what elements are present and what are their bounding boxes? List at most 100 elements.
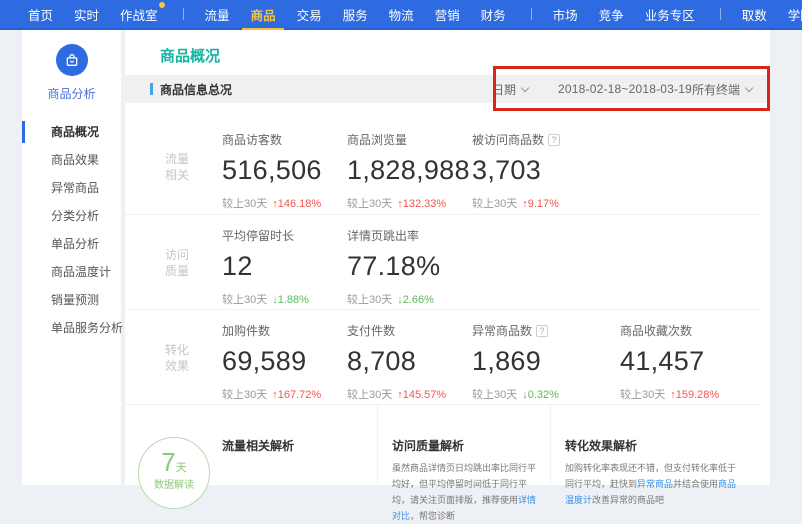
metric-group-label: 访问质量: [125, 227, 222, 309]
badge-days: 7天: [139, 447, 209, 478]
sidebar-item-0[interactable]: 商品概况: [22, 118, 121, 146]
metric-value: 516,506: [222, 155, 347, 186]
insights-section: 7天 数据解读 流量相关解析访问质量解析虽然商品详情页日均跳出率比同行平均好，但…: [125, 404, 760, 494]
sidebar-item-3[interactable]: 分类分析: [22, 202, 121, 230]
metric-row-2: 转化效果加购件数 69,589 较上30天↑167.72%支付件数8,708较上30…: [125, 309, 760, 404]
metric-group-label: 转化效果: [125, 322, 222, 404]
shopping-bag-icon: [56, 44, 88, 76]
arrow-up-icon: ↑167.72%: [272, 389, 321, 401]
nav-item-2[interactable]: 作战室: [120, 0, 158, 29]
sidebar: 商品分析 商品概况商品效果异常商品分类分析单品分析商品温度计销量预测单品服务分析: [22, 30, 121, 485]
metric-change: 较上30天↓0.32%: [472, 386, 620, 402]
date-type-label: 日期: [492, 81, 516, 98]
nav-item-12[interactable]: 业务专区: [645, 0, 695, 29]
sidebar-item-2[interactable]: 异常商品: [22, 174, 121, 202]
metric-value: 77.18%: [347, 251, 472, 282]
insight-body: 虽然商品详情页日均跳出率比同行平均好，但平均停留时间低于同行平均，请关注页面排版…: [392, 460, 540, 524]
nav-item-4[interactable]: 商品: [251, 0, 276, 29]
metric-card: 被访问商品数? 3,703 较上30天↑9.17%: [472, 131, 597, 214]
terminal-label: 所有终端: [692, 81, 740, 98]
metric-change: 较上30天↑9.17%: [472, 195, 597, 211]
nav-item-8[interactable]: 营销: [435, 0, 460, 29]
metric-change: 较上30天↑145.57%: [347, 386, 472, 402]
metric-label: 被访问商品数?: [472, 131, 597, 148]
sidebar-item-4[interactable]: 单品分析: [22, 230, 121, 258]
insight-text: ，帮您诊断: [410, 511, 455, 521]
nav-divider: [531, 8, 532, 20]
sidebar-item-5[interactable]: 商品温度计: [22, 258, 121, 286]
metric-label: 商品浏览量: [347, 131, 472, 148]
sidebar-menu: 商品概况商品效果异常商品分类分析单品分析商品温度计销量预测单品服务分析: [22, 118, 121, 342]
sidebar-group-label: 商品分析: [22, 85, 121, 102]
insight-link[interactable]: 异常商品: [637, 479, 673, 489]
sidebar-item-1[interactable]: 商品效果: [22, 146, 121, 174]
terminal-dropdown[interactable]: 所有终端: [692, 81, 752, 98]
sidebar-item-6[interactable]: 销量预测: [22, 286, 121, 314]
notification-dot: [159, 2, 165, 8]
arrow-down-icon: ↓1.88%: [272, 294, 309, 306]
nav-item-10[interactable]: 市场: [553, 0, 578, 29]
arrow-up-icon: ↑146.18%: [272, 198, 321, 210]
metric-change: 较上30天↓2.66%: [347, 291, 472, 307]
section-title-wrap: 商品信息总况: [150, 81, 232, 98]
metric-card: 加购件数 69,589 较上30天↑167.72%: [222, 322, 347, 404]
metric-change: 较上30天↑167.72%: [222, 386, 347, 402]
arrow-up-icon: ↑132.33%: [397, 198, 446, 210]
help-icon[interactable]: ?: [548, 134, 560, 146]
nav-item-3[interactable]: 流量: [205, 0, 230, 29]
badge-caption: 数据解读: [139, 476, 209, 491]
metric-value: 3,703: [472, 155, 597, 186]
metrics-rows: 流量相关商品访客数516,506较上30天↑146.18%商品浏览量1,828,…: [125, 103, 770, 404]
nav-item-14[interactable]: 学院: [788, 0, 802, 29]
nav-divider: [720, 8, 721, 20]
metric-change: 较上30天↓1.88%: [222, 291, 347, 307]
nav-item-6[interactable]: 服务: [343, 0, 368, 29]
top-nav: 首页实时作战室 流量商品交易服务物流营销财务 市场竞争业务专区 取数学院: [0, 0, 802, 30]
metric-card: 商品收藏次数 41,457 较上30天↑159.28%: [620, 322, 745, 404]
metric-card: 异常商品数?1,869较上30天↓0.32%: [472, 322, 620, 404]
arrow-up-icon: ↑9.17%: [522, 198, 559, 210]
metric-label: 加购件数: [222, 322, 347, 339]
insight-title: 访问质量解析: [392, 438, 540, 454]
date-range-picker[interactable]: 2018-02-18~2018-03-19: [558, 82, 692, 96]
metric-row-1: 访问质量平均停留时长12较上30天↓1.88%详情页跳出率77.18%较上30天…: [125, 214, 760, 309]
insight-body: 加购转化率表现还不错，但支付转化率低于同行平均，赶快到异常商品并结合使用商品温度…: [565, 460, 744, 508]
metric-card: 商品访客数516,506较上30天↑146.18%: [222, 131, 347, 214]
section-title: 商品信息总况: [160, 81, 232, 98]
section-header: 商品信息总况 日期 2018-02-18~2018-03-19 所有终端: [125, 75, 770, 103]
main-panel: 商品概况 商品信息总况 日期 2018-02-18~2018-03-19 所有终…: [125, 30, 770, 485]
nav-item-0[interactable]: 首页: [28, 0, 53, 29]
help-icon[interactable]: ?: [536, 325, 548, 337]
metric-label: 平均停留时长: [222, 227, 347, 244]
insight-column-0: 流量相关解析: [222, 405, 377, 494]
insight-text: 并结合使用: [673, 479, 718, 489]
metric-value: 41,457: [620, 346, 745, 377]
nav-item-7[interactable]: 物流: [389, 0, 414, 29]
sidebar-group-header: 商品分析: [22, 30, 121, 118]
arrow-down-icon: ↓2.66%: [397, 294, 434, 306]
metric-label: 详情页跳出率: [347, 227, 472, 244]
metric-value: 69,589: [222, 346, 347, 377]
metric-row-0: 流量相关商品访客数516,506较上30天↑146.18%商品浏览量1,828,…: [125, 119, 770, 214]
metric-value: 1,869: [472, 346, 620, 377]
nav-item-5[interactable]: 交易: [297, 0, 322, 29]
metric-change: 较上30天↑146.18%: [222, 195, 347, 211]
nav-item-11[interactable]: 竞争: [599, 0, 624, 29]
metric-label: 支付件数: [347, 322, 472, 339]
sidebar-item-7[interactable]: 单品服务分析: [22, 314, 121, 342]
metric-card: 支付件数8,708较上30天↑145.57%: [347, 322, 472, 404]
nav-item-1[interactable]: 实时: [74, 0, 99, 29]
nav-item-9[interactable]: 财务: [481, 0, 506, 29]
insight-text: 虽然商品详情页日均跳出率比同行平均好，但平均停留时间低于同行平均，请关注页面排版…: [392, 463, 536, 505]
insight-title: 流量相关解析: [222, 438, 377, 454]
arrow-down-icon: ↓0.32%: [522, 389, 559, 401]
section-title-bar: [150, 83, 153, 95]
chevron-down-icon: [745, 83, 753, 91]
metric-change: 较上30天↑132.33%: [347, 195, 472, 211]
metric-label: 商品收藏次数: [620, 322, 745, 339]
metric-card: 平均停留时长12较上30天↓1.88%: [222, 227, 347, 309]
metric-change: 较上30天↑159.28%: [620, 386, 745, 402]
nav-item-13[interactable]: 取数: [742, 0, 767, 29]
insight-title: 转化效果解析: [565, 438, 744, 454]
date-type-dropdown[interactable]: 日期: [492, 81, 528, 98]
